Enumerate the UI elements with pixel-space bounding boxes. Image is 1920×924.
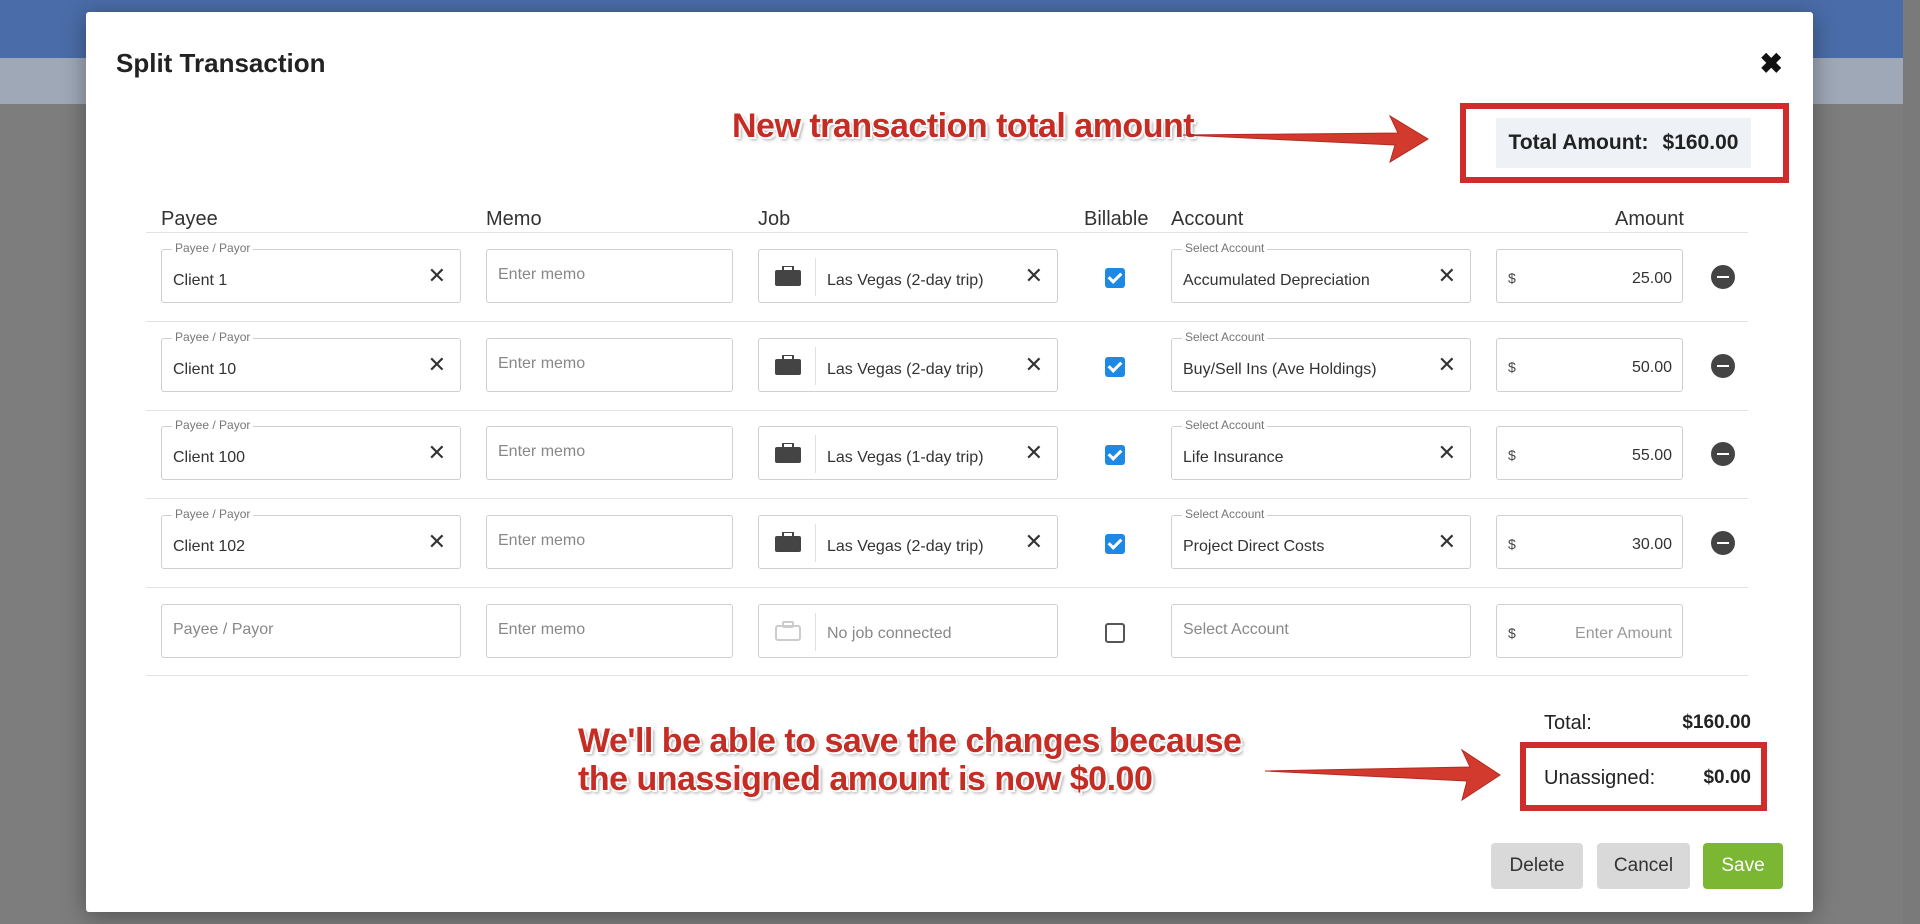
arrow-to-total (1182, 114, 1429, 164)
annotation-arrows (1182, 114, 1501, 802)
arrow-to-unassigned (1264, 748, 1501, 802)
